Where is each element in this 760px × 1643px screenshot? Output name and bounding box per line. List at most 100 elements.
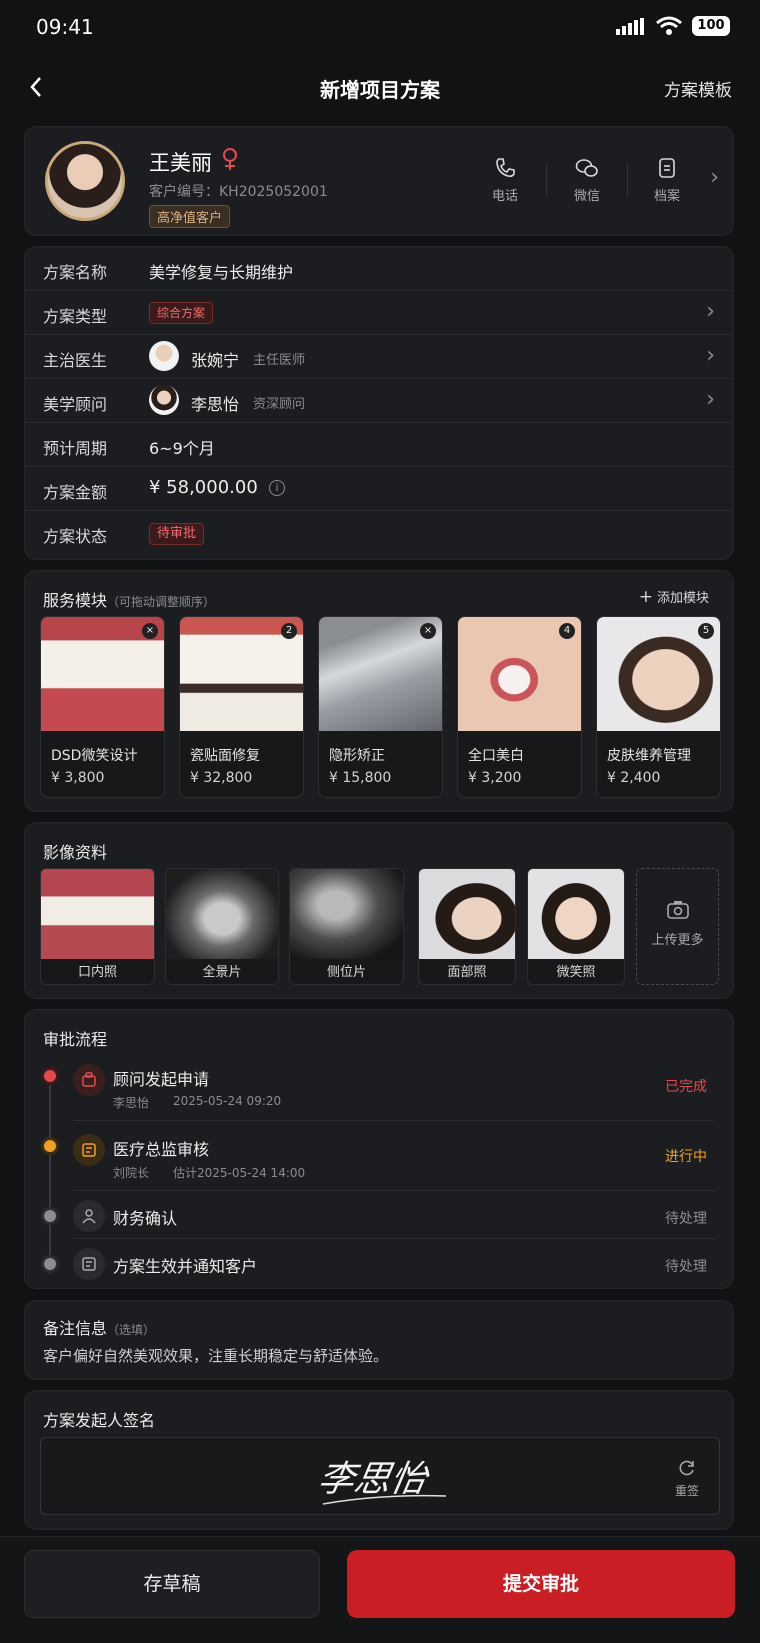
phone-label: 电话 (491, 189, 518, 204)
remark-text[interactable]: 客户偏好自然美观效果，注重长期稳定与舒适体验。 (43, 1345, 388, 1366)
period-row: 预计周期 6~9个月 (25, 423, 733, 467)
service-modules-card: 服务模块（可拖动调整顺序） + 添加模块 × DSD微笑设计 ¥ 3,800 2 … (24, 570, 734, 812)
signature-pad[interactable]: 李思怡 重签 (40, 1437, 720, 1515)
chevron-right-icon: › (706, 299, 715, 324)
remark-card[interactable]: 备注信息（选填） 客户偏好自然美观效果，注重长期稳定与舒适体验。 (24, 1300, 734, 1380)
plan-name-row: 方案名称 美学修复与长期维护 (25, 247, 733, 291)
step-name: 顾问发起申请 (113, 1070, 210, 1089)
step-dot (44, 1140, 56, 1152)
advisor-avatar (149, 385, 179, 415)
plan-type-row[interactable]: 方案类型 综合方案 › (25, 291, 733, 335)
battery-icon: 100 (692, 16, 730, 36)
timeline-line (49, 1074, 51, 1274)
module-card[interactable]: 2 瓷贴面修复 ¥ 32,800 (179, 616, 304, 798)
image-thumb[interactable]: 微笑照 (527, 868, 625, 985)
module-card[interactable]: × DSD微笑设计 ¥ 3,800 (40, 616, 165, 798)
wechat-action[interactable]: 微信 (557, 157, 617, 204)
camera-icon (666, 901, 689, 919)
module-card[interactable]: 5 皮肤维养管理 ¥ 2,400 (596, 616, 721, 798)
signature-card: 方案发起人签名 李思怡 重签 (24, 1390, 734, 1530)
remark-title: 备注信息（选填） (43, 1315, 155, 1339)
module-name: 皮肤维养管理 (607, 748, 691, 764)
plan-name-value[interactable]: 美学修复与长期维护 (149, 259, 293, 283)
status-label: 方案状态 (43, 527, 108, 546)
customer-avatar[interactable] (45, 141, 125, 221)
step-person: 李思怡 (113, 1096, 150, 1110)
chevron-right-icon: › (706, 343, 715, 368)
image-thumb[interactable]: 面部照 (418, 868, 516, 985)
divider (73, 1238, 715, 1239)
step-name: 方案生效并通知客户 (113, 1257, 258, 1276)
order-badge: 2 (281, 623, 297, 639)
remove-icon[interactable]: × (420, 623, 436, 639)
doctor-avatar (149, 341, 179, 371)
period-label: 预计周期 (43, 439, 108, 458)
status-row: 方案状态 待审批 (25, 511, 733, 555)
module-price: ¥ 15,800 (329, 770, 392, 786)
advisor-title: 资深顾问 (253, 397, 306, 412)
file-label: 档案 (653, 189, 680, 204)
customer-id: 客户编号：KH2025052001 (149, 181, 328, 201)
refresh-icon (679, 1460, 694, 1476)
module-price: ¥ 3,800 (51, 770, 105, 786)
add-module-button[interactable]: + 添加模块 (639, 587, 709, 607)
approval-title: 审批流程 (43, 1030, 108, 1049)
notify-icon (73, 1248, 105, 1280)
module-card[interactable]: 4 全口美白 ¥ 3,200 (457, 616, 582, 798)
module-price: ¥ 3,200 (468, 770, 522, 786)
remark-title-text: 备注信息 (43, 1319, 108, 1338)
doctor-row[interactable]: 主治医生 张婉宁 主任医师 › (25, 335, 733, 379)
module-price: ¥ 32,800 (190, 770, 253, 786)
status-tag: 待审批 (149, 523, 205, 545)
action-divider (546, 163, 547, 197)
phone-action[interactable]: 电话 (475, 157, 535, 204)
signature-stroke (322, 1494, 447, 1505)
image-thumb[interactable]: 口内照 (40, 868, 155, 985)
amount-row: 方案金额 ¥ 58,000.00 i (25, 467, 733, 511)
file-action[interactable]: 档案 (637, 157, 697, 204)
file-icon (659, 158, 675, 178)
advisor-label: 美学顾问 (43, 395, 108, 414)
application-icon (73, 1064, 105, 1096)
plan-name-label: 方案名称 (43, 263, 108, 282)
submit-approval-button[interactable]: 提交审批 (347, 1550, 735, 1618)
wechat-icon (575, 159, 598, 177)
step-time: 2025-05-24 09:20 (173, 1094, 282, 1108)
info-icon[interactable]: i (269, 480, 285, 496)
step-status: 待处理 (665, 1259, 707, 1275)
image-thumb[interactable]: 全景片 (165, 868, 279, 985)
upload-more-label: 上传更多 (651, 933, 704, 948)
plan-details-card: 方案名称 美学修复与长期维护 方案类型 综合方案 › 主治医生 张婉宁 主任医师… (24, 246, 734, 560)
doctor-label: 主治医生 (43, 351, 108, 370)
images-title: 影像资料 (43, 843, 108, 862)
image-label: 侧位片 (326, 965, 366, 980)
remark-hint: （选填） (107, 1323, 156, 1337)
signal-icon (616, 18, 644, 36)
modules-title-text: 服务模块 (43, 591, 108, 610)
image-label: 全景片 (202, 965, 242, 980)
customer-id-label: 客户编号： (149, 184, 219, 200)
remove-icon[interactable]: × (142, 623, 158, 639)
plan-type-tag: 综合方案 (149, 302, 214, 324)
upload-more-button[interactable]: 上传更多 (636, 868, 719, 985)
save-draft-button[interactable]: 存草稿 (24, 1550, 320, 1618)
divider (73, 1190, 715, 1191)
add-module-label: 添加模块 (656, 591, 709, 606)
module-card[interactable]: × 隐形矫正 ¥ 15,800 (318, 616, 443, 798)
image-thumb[interactable]: 侧位片 (289, 868, 404, 985)
image-preview (290, 869, 403, 959)
module-name: 全口美白 (468, 748, 524, 764)
module-name: 瓷贴面修复 (190, 748, 260, 764)
step-name: 财务确认 (113, 1209, 178, 1228)
amount-label: 方案金额 (43, 483, 108, 502)
battery-level: 100 (697, 18, 725, 33)
doctor-title: 主任医师 (253, 353, 306, 368)
advisor-row[interactable]: 美学顾问 李思怡 资深顾问 › (25, 379, 733, 423)
wifi-icon (656, 16, 682, 36)
reset-signature-button[interactable]: 重签 (675, 1458, 699, 1499)
chevron-right-icon[interactable]: › (710, 167, 719, 189)
user-icon (73, 1200, 105, 1232)
period-value[interactable]: 6~9个月 (149, 435, 215, 459)
plan-type-label: 方案类型 (43, 307, 108, 326)
template-link[interactable]: 方案模板 (664, 76, 732, 101)
